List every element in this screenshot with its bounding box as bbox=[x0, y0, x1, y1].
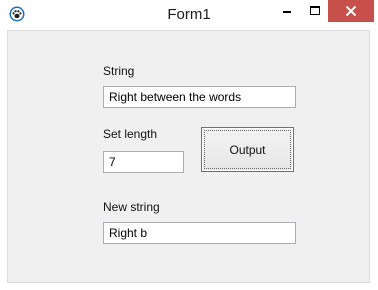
title-bar[interactable]: Form1 bbox=[0, 0, 378, 30]
length-input[interactable]: 7 bbox=[103, 151, 184, 173]
string-input[interactable]: Right between the words bbox=[103, 86, 296, 108]
output-button[interactable]: Output bbox=[201, 127, 294, 172]
set-length-label: Set length bbox=[103, 127, 158, 141]
minimize-button[interactable] bbox=[274, 0, 302, 22]
maximize-button[interactable] bbox=[301, 0, 329, 22]
new-string-output[interactable]: Right b bbox=[103, 222, 296, 244]
form1-window: Form1 String Right between the words Set… bbox=[0, 0, 378, 290]
new-string-label: New string bbox=[103, 200, 160, 214]
form-client-area: String Right between the words Set lengt… bbox=[7, 30, 370, 283]
minimize-icon bbox=[283, 11, 291, 13]
maximize-icon bbox=[310, 6, 320, 15]
string-label: String bbox=[103, 64, 135, 78]
close-button[interactable] bbox=[328, 0, 374, 22]
close-icon bbox=[345, 5, 357, 17]
